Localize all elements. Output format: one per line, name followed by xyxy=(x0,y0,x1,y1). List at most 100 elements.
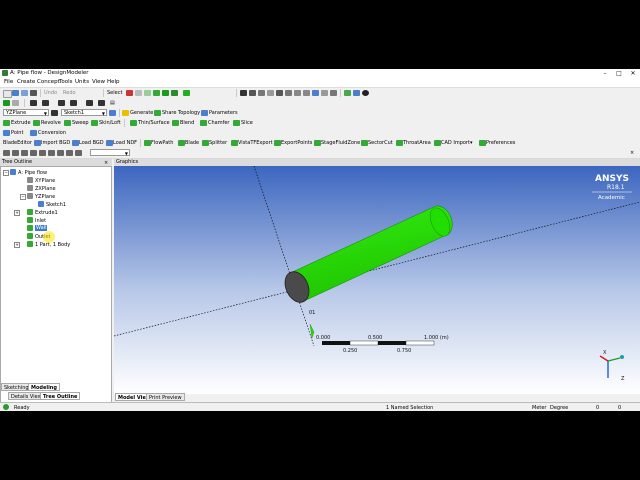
thin-surface-icon[interactable] xyxy=(130,120,137,126)
display-model-icon[interactable] xyxy=(330,90,337,96)
export-icon[interactable] xyxy=(21,90,28,96)
zoom-fit-icon[interactable] xyxy=(276,90,283,96)
options-icon-6[interactable] xyxy=(48,150,55,156)
display-edges-icon[interactable] xyxy=(353,90,360,96)
revolve-icon[interactable] xyxy=(33,120,40,126)
menu-file[interactable]: File xyxy=(4,79,13,85)
blend-icon[interactable] xyxy=(172,120,179,126)
conversion-button[interactable]: Conversion xyxy=(38,130,66,136)
plane-dropdown[interactable]: YZPlane ▼ xyxy=(3,109,49,116)
select-mode-icon[interactable] xyxy=(126,90,133,96)
cad-import-icon[interactable] xyxy=(434,140,441,146)
blend-button[interactable]: Blend xyxy=(180,120,194,126)
import-bgd-icon[interactable] xyxy=(34,140,41,146)
face-tool-icon[interactable] xyxy=(86,100,93,106)
tree-item-xyplane[interactable]: XYPlane xyxy=(35,178,55,184)
menu-tools[interactable]: Tools xyxy=(59,79,73,85)
new-plane-icon[interactable] xyxy=(51,110,58,116)
load-ndf-icon[interactable] xyxy=(106,140,113,146)
throat-area-button[interactable]: ThroatArea xyxy=(403,140,431,146)
select-face-icon[interactable] xyxy=(153,90,160,96)
skin-loft-icon[interactable] xyxy=(91,120,98,126)
display-options-icon[interactable] xyxy=(12,100,19,106)
sweep-button[interactable]: Sweep xyxy=(72,120,89,126)
display-vertices-icon[interactable] xyxy=(362,90,369,96)
tree-item-zxplane[interactable]: ZXPlane xyxy=(35,186,56,192)
minimize-icon[interactable]: – xyxy=(598,69,612,78)
slice-button[interactable]: Slice xyxy=(241,120,253,126)
tree-item-model[interactable]: A: Pipe flow xyxy=(18,170,47,176)
import-bgd-button[interactable]: Import BGD xyxy=(41,140,70,146)
close-icon[interactable]: ✕ xyxy=(626,69,640,78)
options-icon-7[interactable] xyxy=(57,150,64,156)
vista-tf-export-icon[interactable] xyxy=(231,140,238,146)
tab-tree-outline[interactable]: Tree Outline xyxy=(40,392,81,400)
generate-button[interactable]: Generate xyxy=(130,110,153,116)
display-points-icon[interactable] xyxy=(344,90,351,96)
options-icon-5[interactable] xyxy=(39,150,46,156)
splitter-button[interactable]: Splitter xyxy=(209,140,227,146)
flowpath-icon[interactable] xyxy=(144,140,151,146)
options-icon-2[interactable] xyxy=(12,150,19,156)
cad-import-button[interactable]: CAD Import xyxy=(441,140,470,146)
tree-item-wall[interactable]: Wall xyxy=(35,225,48,231)
expand-icon[interactable]: + xyxy=(14,210,20,216)
splitter-icon[interactable] xyxy=(202,140,209,146)
slice-icon[interactable] xyxy=(233,120,240,126)
load-bgd-button[interactable]: Load BGD xyxy=(79,140,104,146)
tab-sketching[interactable]: Sketching xyxy=(1,383,32,391)
extrude-icon[interactable] xyxy=(3,120,10,126)
blade-button[interactable]: Blade xyxy=(185,140,199,146)
tree-item-yzplane[interactable]: YZPlane xyxy=(35,194,55,200)
next-view-icon[interactable] xyxy=(303,90,310,96)
undo-button[interactable]: Undo xyxy=(44,90,57,96)
new-icon[interactable] xyxy=(3,90,12,98)
cad-import-dropdown-icon[interactable]: ▾ xyxy=(470,140,473,146)
collapse-icon[interactable]: − xyxy=(20,194,26,200)
magnifier-icon[interactable] xyxy=(285,90,292,96)
point-tool-icon[interactable] xyxy=(58,100,65,106)
export-points-icon[interactable] xyxy=(274,140,281,146)
expand-icon[interactable]: + xyxy=(14,242,20,248)
menu-create[interactable]: Create xyxy=(17,79,35,85)
extrude-button[interactable]: Extrude xyxy=(11,120,31,126)
revolve-button[interactable]: Revolve xyxy=(41,120,61,126)
plane-icon[interactable] xyxy=(30,100,37,106)
body-color-icon[interactable] xyxy=(3,100,10,106)
blade-editor-button[interactable]: BladeEditor xyxy=(3,140,32,146)
options-icon-4[interactable] xyxy=(30,150,37,156)
tree-item-extrude1[interactable]: Extrude1 xyxy=(35,210,58,216)
select-point-icon[interactable] xyxy=(135,90,142,96)
chamfer-icon[interactable] xyxy=(200,120,207,126)
point-button[interactable]: Point xyxy=(11,130,23,136)
maximize-icon[interactable]: □ xyxy=(612,69,626,78)
line-tool-icon[interactable] xyxy=(70,100,77,106)
filter-icon[interactable]: ▤ xyxy=(110,100,115,106)
menu-concept[interactable]: Concept xyxy=(37,79,60,85)
redo-button[interactable]: Redo xyxy=(63,90,76,96)
save-icon[interactable] xyxy=(12,90,19,96)
options-icon-3[interactable] xyxy=(21,150,28,156)
pan-icon[interactable] xyxy=(249,90,256,96)
display-plane-icon[interactable] xyxy=(321,90,328,96)
sketch-dropdown[interactable]: Sketch1 ▼ xyxy=(61,109,107,116)
flowpath-button[interactable]: FlowPath xyxy=(151,140,173,146)
graphics-viewport[interactable]: 01 0.000 0.500 1.000 (m) 0.250 0.750 ANS… xyxy=(114,166,640,394)
preferences-icon[interactable] xyxy=(479,140,486,146)
conversion-icon[interactable] xyxy=(30,130,37,136)
rotate-icon[interactable] xyxy=(240,90,247,96)
select-edge-icon[interactable] xyxy=(144,90,151,96)
new-sketch-icon[interactable] xyxy=(109,110,116,116)
export-points-button[interactable]: ExportPoints xyxy=(281,140,312,146)
body-tool-icon[interactable] xyxy=(98,100,105,106)
options-icon-1[interactable] xyxy=(3,150,10,156)
stage-fluid-zone-button[interactable]: StageFluidZone xyxy=(321,140,360,146)
share-topology-icon[interactable] xyxy=(154,110,161,116)
tree-item-inlet[interactable]: Inlet xyxy=(35,218,46,224)
tree-item-parts[interactable]: 1 Part, 1 Body xyxy=(35,242,70,248)
parameters-button[interactable]: Parameters xyxy=(209,110,238,116)
tab-modeling[interactable]: Modeling xyxy=(28,383,60,391)
sector-cut-icon[interactable] xyxy=(361,140,368,146)
sector-cut-button[interactable]: SectorCut xyxy=(368,140,393,146)
select-body-icon[interactable] xyxy=(162,90,169,96)
